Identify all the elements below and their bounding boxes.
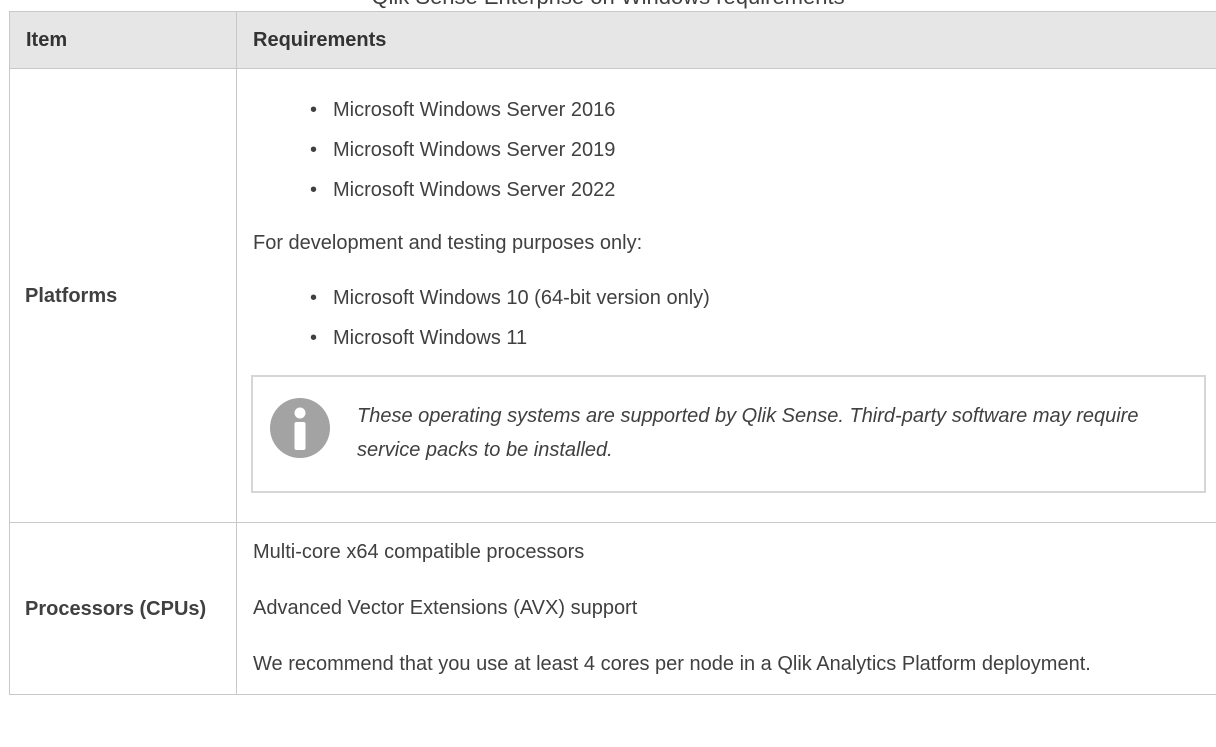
requirement-line: We recommend that you use at least 4 cor…	[253, 653, 1091, 675]
requirements-platforms: Microsoft Windows Server 2016 Microsoft …	[236, 68, 1216, 523]
header-requirements: Requirements	[236, 11, 1216, 69]
list-item: Microsoft Windows Server 2022	[310, 171, 1204, 211]
list-item: Microsoft Windows Server 2019	[310, 131, 1204, 171]
requirements-table: Item Requirements Platforms Microsoft Wi…	[9, 11, 1216, 695]
table-caption: Qlik Sense Enterprise on Windows require…	[0, 0, 1216, 10]
info-note: These operating systems are supported by…	[251, 375, 1206, 493]
requirement-line: Advanced Vector Extensions (AVX) support	[253, 597, 638, 619]
dev-os-list: Microsoft Windows 10 (64-bit version onl…	[253, 279, 1204, 359]
header-item: Item	[9, 11, 237, 69]
dev-intro-text: For development and testing purposes onl…	[253, 232, 643, 254]
server-os-list: Microsoft Windows Server 2016 Microsoft …	[253, 91, 1204, 211]
list-item: Microsoft Windows 10 (64-bit version onl…	[310, 279, 1204, 319]
table-row-processors: Processors (CPUs) Multi-core x64 compati…	[9, 522, 1216, 695]
table-header-row: Item Requirements	[9, 11, 1216, 69]
item-processors: Processors (CPUs)	[9, 522, 237, 695]
requirements-processors: Multi-core x64 compatible processors Adv…	[236, 522, 1216, 695]
list-item: Microsoft Windows Server 2016	[310, 91, 1204, 131]
info-icon	[270, 398, 330, 458]
list-item: Microsoft Windows 11	[310, 319, 1204, 359]
item-platforms: Platforms	[9, 68, 237, 523]
table-row-platforms: Platforms Microsoft Windows Server 2016 …	[9, 68, 1216, 523]
requirement-line: Multi-core x64 compatible processors	[253, 541, 585, 563]
note-text: These operating systems are supported by…	[357, 405, 1139, 461]
